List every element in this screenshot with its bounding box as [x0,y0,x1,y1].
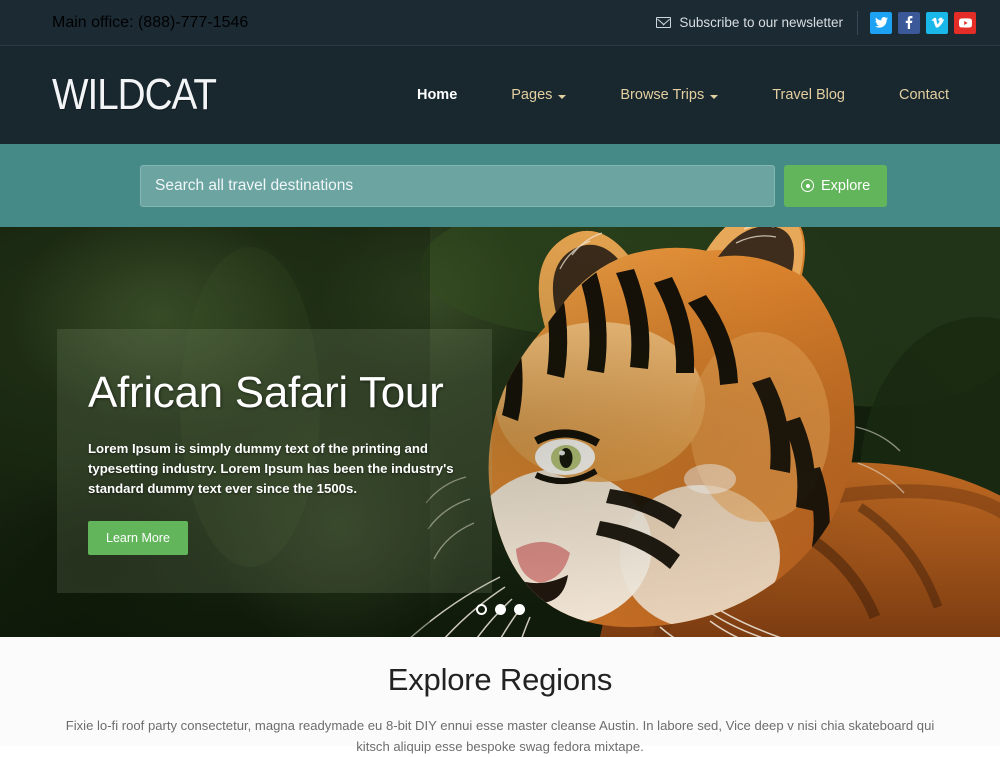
divider [857,10,858,35]
explore-regions-description: Fixie lo-fi roof party consectetur, magn… [65,718,935,755]
nav-item-browse-trips[interactable]: Browse Trips [593,81,745,109]
carousel-indicators [0,604,1000,615]
learn-more-button[interactable]: Learn More [88,521,188,556]
carousel-dot-2[interactable] [494,604,506,615]
chevron-down-icon [558,95,567,99]
site-header: WILDCAT Home Pages Browse Trips Travel B… [0,46,1000,144]
target-icon [801,179,814,192]
carousel-dot-1[interactable] [475,604,487,615]
nav-item-contact[interactable]: Contact [872,81,976,109]
search-input[interactable] [140,164,775,207]
newsletter-label: Subscribe to our newsletter [679,15,843,30]
top-bar-right: Subscribe to our newsletter [656,10,976,35]
nav-item-pages[interactable]: Pages [484,81,593,109]
nav-label: Contact [899,87,949,103]
main-office-phone: Main office: (888)-777-1546 [52,13,249,31]
main-navigation: Home Pages Browse Trips Travel Blog Cont… [390,81,976,109]
hero-title: African Safari Tour [88,368,444,417]
social-links [870,11,976,34]
hero-caption-box: African Safari Tour Lorem Ipsum is simpl… [57,329,492,594]
explore-regions-title: Explore Regions [387,662,613,697]
twitter-icon[interactable] [870,11,892,34]
nav-item-home[interactable]: Home [390,81,484,109]
youtube-icon[interactable] [954,11,976,34]
subscribe-newsletter-link[interactable]: Subscribe to our newsletter [656,15,857,30]
nav-item-travel-blog[interactable]: Travel Blog [745,81,872,109]
site-logo[interactable]: WILDCAT [52,73,217,117]
nav-label: Travel Blog [772,87,846,103]
search-band: Explore [0,144,1000,227]
explore-button-label: Explore [821,177,871,194]
top-bar: Main office: (888)-777-1546 Subscribe to… [0,0,1000,46]
nav-label: Home [416,87,458,103]
envelope-icon [656,17,672,28]
nav-label: Browse Trips [620,87,705,103]
vimeo-icon[interactable] [926,11,948,34]
hero-carousel: African Safari Tour Lorem Ipsum is simpl… [0,227,1000,637]
nav-label: Pages [511,87,553,103]
carousel-dot-3[interactable] [513,604,525,615]
hero-description: Lorem Ipsum is simply dummy text of the … [88,441,454,497]
explore-regions-section: Explore Regions Fixie lo-fi roof party c… [0,637,1000,754]
explore-button[interactable]: Explore [784,164,888,207]
facebook-icon[interactable] [898,11,920,34]
chevron-down-icon [710,95,719,99]
